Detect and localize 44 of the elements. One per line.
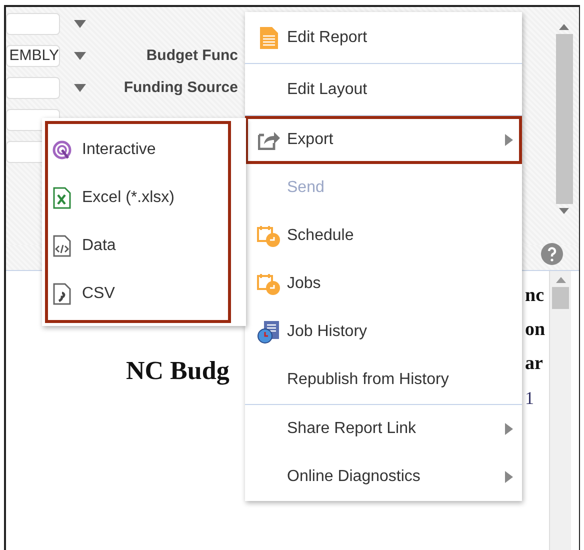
excel-file-icon [53, 187, 71, 209]
scroll-down-icon[interactable] [559, 208, 569, 214]
history-icon [257, 320, 281, 344]
dropdown-arrow-icon[interactable] [74, 52, 86, 60]
scroll-up-icon[interactable] [559, 24, 569, 30]
code-file-icon [53, 235, 71, 257]
dropdown-arrow-icon[interactable] [74, 20, 86, 28]
scrollbar-thumb[interactable] [552, 287, 569, 309]
submenu-item[interactable]: CSV [48, 270, 228, 318]
menu-item[interactable]: Export [245, 116, 522, 164]
menu-item[interactable]: Republish from History [245, 356, 522, 404]
report-title: NC Budg [126, 356, 230, 385]
menu-item[interactable]: Jobs [245, 260, 522, 308]
scrollbar-thumb[interactable] [556, 34, 572, 204]
menu-item[interactable]: Job History [245, 308, 522, 356]
parameter-field[interactable] [6, 13, 60, 35]
parameter-label: Budget Func [145, 46, 238, 66]
menu-item[interactable]: Schedule [245, 212, 522, 260]
submenu-arrow-icon [505, 134, 513, 146]
menu-item[interactable]: Edit Report [245, 12, 522, 63]
calendar-clock-icon [257, 273, 281, 295]
submenu-item[interactable]: Excel (*.xlsx) [48, 174, 228, 222]
report-text: on [525, 318, 546, 342]
menu-item[interactable]: Edit Layout [245, 64, 522, 115]
calendar-clock-icon [257, 225, 281, 247]
report-text: ar [525, 352, 544, 376]
submenu-item[interactable]: Data [48, 222, 228, 270]
parameter-field[interactable] [6, 77, 60, 99]
csv-file-icon [53, 283, 71, 305]
target-cursor-icon [52, 140, 72, 160]
help-icon[interactable] [541, 242, 563, 264]
report-text: 1 [525, 387, 535, 410]
menu-item[interactable]: Share Report Link [245, 405, 522, 453]
export-icon [258, 130, 280, 150]
submenu-item[interactable]: Interactive [48, 126, 228, 174]
dropdown-arrow-icon[interactable] [74, 84, 86, 92]
scroll-up-icon[interactable] [556, 277, 566, 283]
parameter-field[interactable]: EMBLY [6, 45, 60, 67]
report-text: nc [525, 284, 545, 308]
submenu-arrow-icon [505, 471, 513, 483]
parameter-label: Funding Source [122, 78, 238, 98]
submenu-arrow-icon [505, 423, 513, 435]
document-icon [260, 26, 278, 48]
menu-item[interactable]: Online Diagnostics [245, 453, 522, 501]
